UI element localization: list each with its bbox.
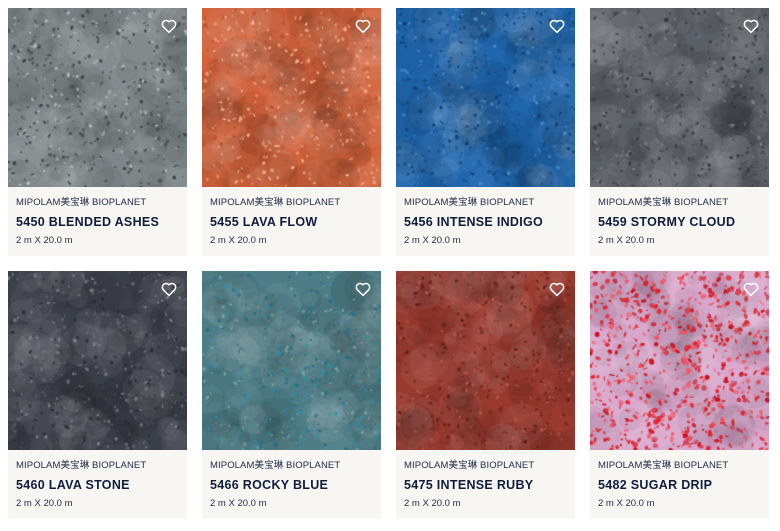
product-card[interactable]: MIPOLAM美宝琳 BIOPLANET 5455 LAVA FLOW 2 m … — [202, 8, 381, 256]
heart-outline-icon[interactable] — [354, 17, 372, 35]
heart-outline-icon[interactable] — [548, 280, 566, 298]
product-swatch-image[interactable] — [202, 8, 381, 187]
product-card[interactable]: MIPOLAM美宝琳 BIOPLANET 5482 SUGAR DRIP 2 m… — [590, 271, 769, 519]
product-swatch-image[interactable] — [396, 8, 575, 187]
product-card[interactable]: MIPOLAM美宝琳 BIOPLANET 5459 STORMY CLOUD 2… — [590, 8, 769, 256]
heart-outline-icon[interactable] — [548, 17, 566, 35]
heart-outline-icon[interactable] — [742, 17, 760, 35]
product-name[interactable]: 5456 INTENSE INDIGO — [404, 215, 575, 230]
product-name[interactable]: 5450 BLENDED ASHES — [16, 215, 187, 230]
product-card[interactable]: MIPOLAM美宝琳 BIOPLANET 5450 BLENDED ASHES … — [8, 8, 187, 256]
product-size: 2 m X 20.0 m — [16, 235, 73, 246]
product-brand: MIPOLAM美宝琳 BIOPLANET — [16, 460, 147, 471]
product-swatch-image[interactable] — [202, 271, 381, 450]
product-name[interactable]: 5455 LAVA FLOW — [210, 215, 381, 230]
product-size: 2 m X 20.0 m — [404, 235, 461, 246]
product-size: 2 m X 20.0 m — [404, 498, 461, 509]
product-brand: MIPOLAM美宝琳 BIOPLANET — [16, 197, 147, 208]
product-info: MIPOLAM美宝琳 BIOPLANET 5482 SUGAR DRIP 2 m… — [590, 450, 769, 510]
product-info: MIPOLAM美宝琳 BIOPLANET 5466 ROCKY BLUE 2 m… — [202, 450, 381, 510]
product-card[interactable]: MIPOLAM美宝琳 BIOPLANET 5460 LAVA STONE 2 m… — [8, 271, 187, 519]
product-info: MIPOLAM美宝琳 BIOPLANET 5460 LAVA STONE 2 m… — [8, 450, 187, 510]
product-swatch-image[interactable] — [8, 271, 187, 450]
product-brand: MIPOLAM美宝琳 BIOPLANET — [404, 460, 535, 471]
product-swatch-image[interactable] — [590, 8, 769, 187]
heart-outline-icon[interactable] — [354, 280, 372, 298]
product-info: MIPOLAM美宝琳 BIOPLANET 5450 BLENDED ASHES … — [8, 187, 187, 247]
heart-outline-icon[interactable] — [160, 280, 178, 298]
product-swatch-image[interactable] — [8, 8, 187, 187]
product-info: MIPOLAM美宝琳 BIOPLANET 5455 LAVA FLOW 2 m … — [202, 187, 381, 247]
product-size: 2 m X 20.0 m — [16, 498, 73, 509]
product-size: 2 m X 20.0 m — [598, 235, 655, 246]
product-size: 2 m X 20.0 m — [598, 498, 655, 509]
product-info: MIPOLAM美宝琳 BIOPLANET 5456 INTENSE INDIGO… — [396, 187, 575, 247]
product-brand: MIPOLAM美宝琳 BIOPLANET — [210, 197, 341, 208]
product-name[interactable]: 5460 LAVA STONE — [16, 478, 187, 493]
product-brand: MIPOLAM美宝琳 BIOPLANET — [598, 460, 729, 471]
product-name[interactable]: 5475 INTENSE RUBY — [404, 478, 575, 493]
product-name[interactable]: 5466 ROCKY BLUE — [210, 478, 381, 493]
heart-outline-icon[interactable] — [160, 17, 178, 35]
product-name[interactable]: 5459 STORMY CLOUD — [598, 215, 769, 230]
product-size: 2 m X 20.0 m — [210, 235, 267, 246]
product-grid: MIPOLAM美宝琳 BIOPLANET 5450 BLENDED ASHES … — [8, 8, 769, 519]
product-swatch-image[interactable] — [590, 271, 769, 450]
product-brand: MIPOLAM美宝琳 BIOPLANET — [598, 197, 729, 208]
product-info: MIPOLAM美宝琳 BIOPLANET 5459 STORMY CLOUD 2… — [590, 187, 769, 247]
product-card[interactable]: MIPOLAM美宝琳 BIOPLANET 5466 ROCKY BLUE 2 m… — [202, 271, 381, 519]
product-card[interactable]: MIPOLAM美宝琳 BIOPLANET 5456 INTENSE INDIGO… — [396, 8, 575, 256]
product-card[interactable]: MIPOLAM美宝琳 BIOPLANET 5475 INTENSE RUBY 2… — [396, 271, 575, 519]
product-brand: MIPOLAM美宝琳 BIOPLANET — [210, 460, 341, 471]
product-brand: MIPOLAM美宝琳 BIOPLANET — [404, 197, 535, 208]
heart-outline-icon[interactable] — [742, 280, 760, 298]
product-name[interactable]: 5482 SUGAR DRIP — [598, 478, 769, 493]
product-swatch-image[interactable] — [396, 271, 575, 450]
product-size: 2 m X 20.0 m — [210, 498, 267, 509]
product-info: MIPOLAM美宝琳 BIOPLANET 5475 INTENSE RUBY 2… — [396, 450, 575, 510]
